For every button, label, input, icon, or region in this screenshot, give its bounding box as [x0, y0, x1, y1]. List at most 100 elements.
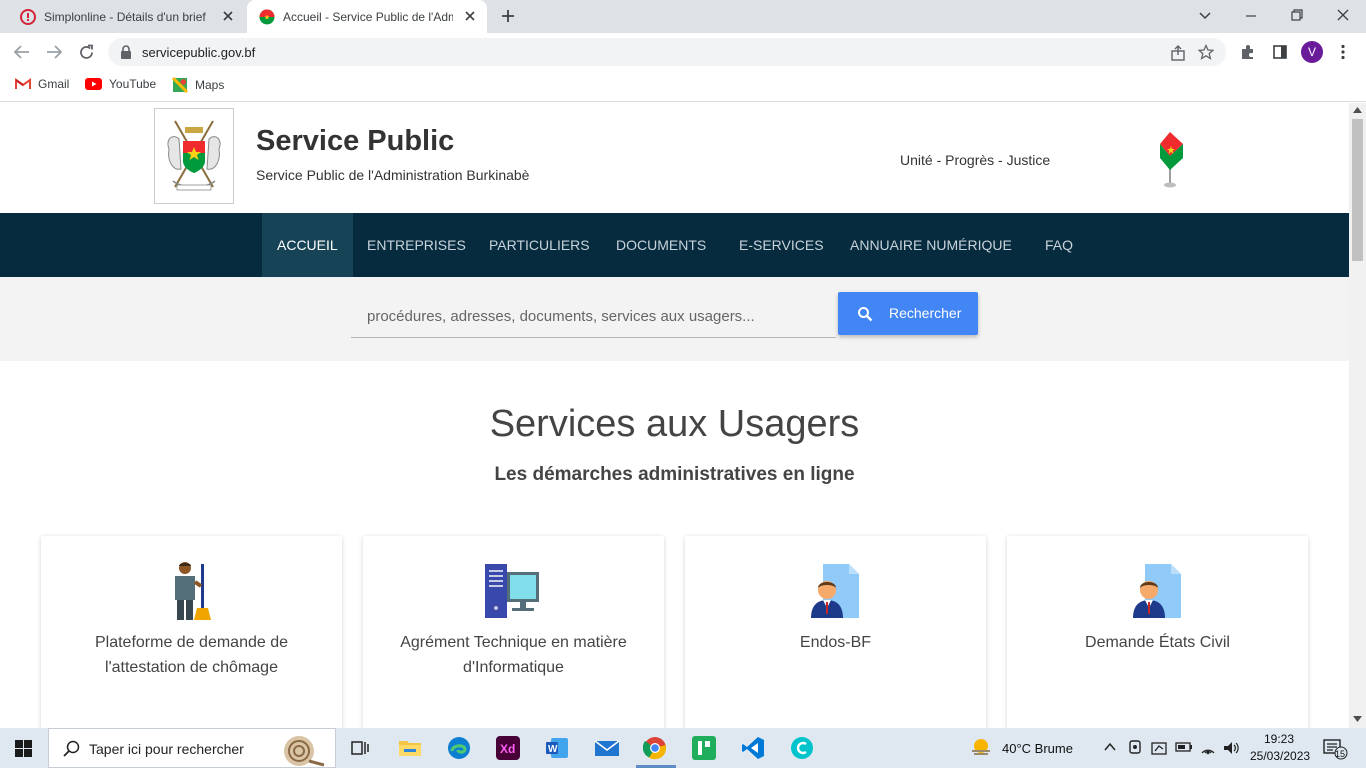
maps-icon [172, 77, 188, 93]
tab-service-public[interactable]: Accueil - Service Public de l'Administra… [247, 0, 487, 33]
nav-annuaire-numerique[interactable]: ANNUAIRE NUMÉRIQUE [835, 213, 1027, 277]
bookmark-label: Maps [195, 78, 225, 92]
scroll-up-icon [1353, 107, 1362, 113]
service-card-label: Plateforme de demande de l'attestation d… [94, 634, 288, 676]
wifi-icon[interactable] [1200, 740, 1216, 756]
url-text[interactable]: servicepublic.gov.bf [142, 45, 255, 60]
taskbar-search-placeholder: Taper ici pour rechercher [89, 741, 244, 757]
profile-avatar[interactable]: V [1301, 41, 1323, 63]
bookmark-label: YouTube [109, 77, 157, 91]
adobe-xd-icon[interactable]: Xd [496, 736, 520, 760]
notification-count: 15 [1335, 749, 1346, 759]
search-button[interactable]: Rechercher [838, 292, 978, 335]
restore-icon[interactable] [1289, 7, 1305, 23]
coat-of-arms-logo[interactable] [154, 108, 234, 204]
web-page: Service Public Service Public de l'Admin… [0, 103, 1349, 728]
lock-icon[interactable] [120, 45, 132, 59]
task-view-icon[interactable] [351, 739, 369, 757]
tab-simplonline[interactable]: Simplonline - Détails d'un brief [8, 0, 245, 33]
close-icon[interactable] [463, 9, 477, 23]
cleaner-worker-icon [159, 560, 223, 622]
new-tab-icon[interactable] [500, 8, 516, 24]
minimize-icon[interactable] [1243, 7, 1259, 23]
network-status-icon[interactable] [1151, 740, 1167, 756]
clock-date[interactable]: 25/03/2023 [1250, 749, 1310, 763]
side-panel-icon[interactable] [1272, 44, 1288, 60]
service-card-endos-bf[interactable]: Endos-BF [685, 536, 986, 728]
mail-icon[interactable] [594, 736, 620, 760]
nav-e-services[interactable]: E-SERVICES [724, 213, 839, 277]
nav-faq[interactable]: FAQ [1030, 213, 1088, 277]
svg-text:W: W [548, 744, 558, 755]
reload-icon[interactable] [78, 44, 95, 61]
nav-entreprises[interactable]: ENTREPRISES [352, 213, 481, 277]
main-navigation: ACCUEIL ENTREPRISES PARTICULIERS DOCUMEN… [0, 213, 1349, 277]
section-subtitle: Les démarches administratives en ligne [494, 464, 855, 485]
battery-icon[interactable] [1175, 741, 1193, 753]
bookmark-label: Gmail [38, 77, 70, 91]
file-explorer-icon[interactable] [398, 736, 422, 760]
taskbar-search-box[interactable]: Taper ici pour rechercher [48, 728, 336, 768]
user-document-icon [1125, 560, 1189, 622]
site-header: Service Public Service Public de l'Admin… [0, 103, 1349, 213]
burkina-flag-icon [259, 9, 275, 25]
windows-taskbar: Taper ici pour rechercher Xd W 40°C Brum… [0, 728, 1366, 768]
extensions-puzzle-icon[interactable] [1240, 44, 1256, 60]
service-card-label: Agrément Technique en matière d'Informat… [400, 634, 627, 676]
close-window-icon[interactable] [1335, 7, 1351, 23]
bookmark-youtube[interactable]: YouTube [85, 77, 156, 91]
bookmark-star-icon[interactable] [1198, 44, 1214, 60]
weather-sun-icon[interactable] [970, 737, 992, 759]
chevron-up-icon[interactable] [1103, 741, 1117, 753]
menu-kebab-icon[interactable] [1340, 44, 1346, 60]
user-document-icon [803, 560, 867, 622]
service-card-agrement[interactable]: Agrément Technique en matière d'Informat… [363, 536, 664, 728]
scrollbar-thumb[interactable] [1352, 119, 1363, 261]
scroll-down-icon [1353, 716, 1362, 722]
green-app-icon[interactable] [692, 736, 716, 760]
chrome-icon[interactable] [643, 736, 667, 760]
canva-icon[interactable] [790, 736, 814, 760]
svg-text:Xd: Xd [500, 742, 515, 756]
service-card-label: Endos-BF [799, 634, 872, 651]
section-title: Services aux Usagers [489, 403, 860, 445]
computer-icon [481, 560, 545, 622]
national-motto: Unité - Progrès - Justice [900, 152, 1051, 168]
site-subtitle: Service Public de l'Administration Burki… [256, 167, 530, 183]
clock-time[interactable]: 19:23 [1264, 732, 1294, 746]
youtube-icon [85, 78, 102, 90]
tab-search-chevron-icon[interactable] [1197, 7, 1213, 23]
nav-documents[interactable]: DOCUMENTS [601, 213, 721, 277]
search-section: Rechercher [0, 277, 1349, 361]
forward-arrow-icon[interactable] [45, 44, 63, 60]
gmail-icon [15, 78, 31, 89]
vscode-icon[interactable] [741, 736, 765, 760]
bookmark-maps[interactable]: Maps [172, 77, 224, 93]
burkina-flag-icon [1158, 130, 1184, 188]
service-card-chomage[interactable]: Plateforme de demande de l'attestation d… [41, 536, 342, 728]
volume-icon[interactable] [1222, 740, 1240, 756]
back-arrow-icon[interactable] [13, 44, 31, 60]
search-highlight-shell-icon [269, 731, 329, 767]
search-input[interactable] [351, 295, 836, 338]
search-icon [858, 307, 873, 322]
browser-toolbar: servicepublic.gov.bf V [0, 33, 1366, 71]
service-card-label: Demande États Civil [1085, 634, 1230, 651]
word-icon[interactable]: W [545, 736, 569, 760]
meet-now-icon[interactable] [1128, 740, 1142, 756]
nav-particuliers[interactable]: PARTICULIERS [474, 213, 605, 277]
nav-accueil[interactable]: ACCUEIL [262, 213, 353, 277]
tab-title: Accueil - Service Public de l'Administra… [283, 10, 453, 24]
close-icon[interactable] [221, 9, 235, 23]
share-icon[interactable] [1170, 45, 1186, 61]
simplon-icon [20, 9, 36, 25]
service-card-etat-civil[interactable]: Demande États Civil [1007, 536, 1308, 728]
address-bar[interactable]: servicepublic.gov.bf [108, 38, 1226, 66]
bookmark-gmail[interactable]: Gmail [15, 77, 69, 91]
search-button-label: Rechercher [889, 305, 962, 321]
page-scrollbar[interactable] [1349, 103, 1366, 728]
windows-start-icon[interactable] [15, 740, 32, 757]
edge-browser-icon[interactable] [447, 736, 471, 760]
tab-title: Simplonline - Détails d'un brief [44, 10, 206, 24]
weather-text[interactable]: 40°C Brume [1002, 741, 1073, 756]
